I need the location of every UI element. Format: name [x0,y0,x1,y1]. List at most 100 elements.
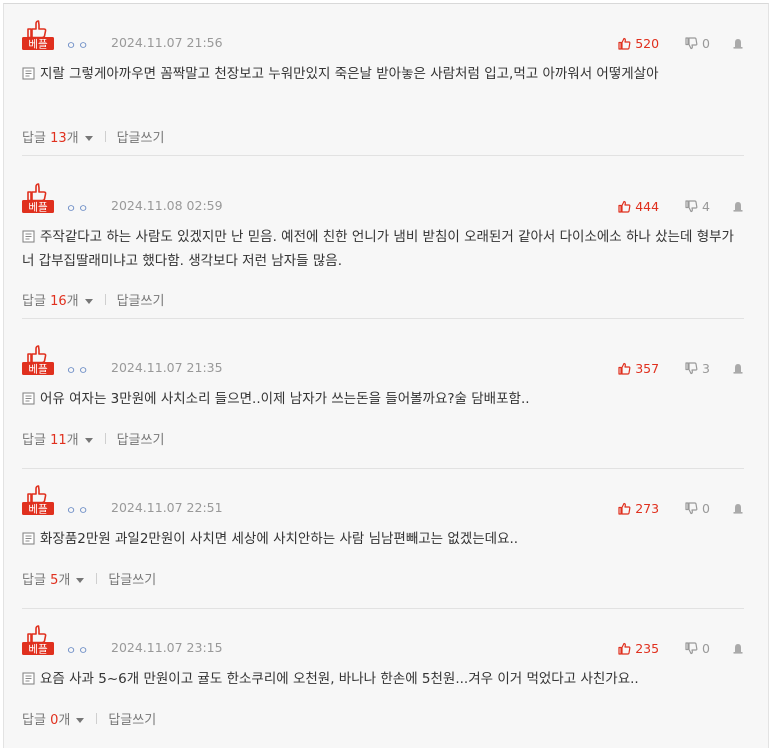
write-reply-link[interactable]: 답글쓰기 [108,569,156,588]
reply-toggle[interactable]: 답글 0개 [22,709,85,728]
thumbs-up-icon [618,362,631,375]
thumbs-down-icon [685,501,698,514]
comment-footer: 답글 13개 답글쓰기 [22,127,164,146]
divider [104,433,106,444]
thumbs-up-icon [618,642,631,655]
author-name[interactable]: ㅇㅇ [66,200,90,216]
thumbs-up-best-badge-icon: 베플 [22,183,54,214]
post-date: 2024.11.07 21:56 [111,35,223,50]
report-button[interactable] [732,37,744,49]
dislike-count: 0 [702,500,710,516]
post-date: 2024.11.07 21:35 [111,360,223,375]
memo-icon [22,392,35,405]
thumbs-up-best-badge-icon: 베플 [22,485,54,515]
report-button[interactable] [732,502,744,514]
reply-toggle[interactable]: 답글 5개 [22,569,85,588]
comment-item: 베플 ㅇㅇ 2024.11.07 21:56 520 0 지랄 그렇게아까우면 … [22,16,744,156]
dislike-button[interactable]: 0 [685,641,710,656]
write-reply-link[interactable]: 답글쓰기 [117,290,165,309]
reply-count-unit: 개 [58,713,71,728]
comment-item: 베플 ㅇㅇ 2024.11.07 22:51 273 0 화장품2만원 과일2만… [22,481,744,609]
reply-toggle[interactable]: 답글 13개 [22,127,93,146]
reply-count: 13 [50,131,67,146]
reply-count-unit: 개 [66,131,79,146]
best-reply-badge: 베플 [22,16,56,50]
comment-body: 주작같다고 하는 사람도 있겠지만 난 믿음. 예전에 친한 언니가 냄비 받침… [22,225,744,273]
comment-item: 베플 ㅇㅇ 2024.11.07 23:15 235 0 요즘 사과 5~6개 … [22,621,744,749]
thumbs-up-best-badge-icon: 베플 [22,345,54,375]
like-count: 235 [635,640,660,656]
like-button[interactable]: 444 [618,199,659,214]
thumbs-up-icon [618,200,631,213]
reply-count-unit: 개 [66,433,79,448]
chevron-down-icon [84,299,93,304]
post-date: 2024.11.08 02:59 [111,198,223,213]
reply-label: 답글 [22,573,46,588]
report-button[interactable] [732,200,744,212]
author-name[interactable]: ㅇㅇ [66,502,90,518]
dislike-count: 4 [702,198,710,214]
write-reply-link[interactable]: 답글쓰기 [108,709,156,728]
divider [22,468,744,469]
best-reply-badge: 베플 [22,481,56,515]
siren-report-icon [733,364,743,374]
like-button[interactable]: 520 [618,36,659,51]
post-date: 2024.11.07 22:51 [111,500,223,515]
reply-label: 답글 [22,294,46,309]
like-button[interactable]: 273 [618,501,659,516]
vote-area: 273 0 [618,499,744,517]
reply-label: 답글 [22,433,46,448]
siren-report-icon [733,504,743,514]
author-name[interactable]: ㅇㅇ [66,642,90,658]
write-reply-link[interactable]: 답글쓰기 [117,127,165,146]
dislike-button[interactable]: 0 [685,501,710,516]
comment-item: 베플 ㅇㅇ 2024.11.07 21:35 357 3 어유 여자는 3만원에… [22,341,744,469]
memo-icon [22,230,35,243]
reply-label: 답글 [22,713,46,728]
chevron-down-icon [84,136,93,141]
author-name[interactable]: ㅇㅇ [66,37,90,53]
report-button[interactable] [732,642,744,654]
memo-icon [22,532,35,545]
author-name[interactable]: ㅇㅇ [66,362,90,378]
divider [104,131,106,142]
thumbs-up-icon [618,37,631,50]
comment-text: 지랄 그렇게아까우면 꼼짝말고 천장보고 누워만있지 죽은날 받아놓은 사람처럼… [40,66,659,82]
divider [22,155,744,156]
reply-label: 답글 [22,131,46,146]
dislike-button[interactable]: 4 [685,199,710,214]
report-button[interactable] [732,362,744,374]
best-reply-badge: 베플 [22,621,56,655]
divider [104,294,106,305]
comment-item: 베플 ㅇㅇ 2024.11.08 02:59 444 4 주작같다고 하는 사람… [22,179,744,319]
reply-toggle[interactable]: 답글 11개 [22,429,93,448]
like-button[interactable]: 357 [618,361,659,376]
write-reply-link[interactable]: 답글쓰기 [117,429,165,448]
memo-icon [22,672,35,685]
comment-footer: 답글 16개 답글쓰기 [22,290,164,309]
dislike-button[interactable]: 3 [685,361,710,376]
reply-count: 11 [50,433,67,448]
vote-area: 444 4 [618,197,744,215]
thumbs-down-icon [685,641,698,654]
thumbs-up-icon [618,502,631,515]
comment-footer: 답글 0개 답글쓰기 [22,709,156,728]
chevron-down-icon [76,718,85,723]
svg-text:베플: 베플 [28,202,48,214]
comment-footer: 답글 5개 답글쓰기 [22,569,156,588]
siren-report-icon [733,39,743,49]
comment-text: 요즘 사과 5~6개 만원이고 귤도 한소쿠리에 오천원, 바나나 한손에 5천… [40,671,639,687]
reply-count: 16 [50,294,67,309]
like-button[interactable]: 235 [618,641,659,656]
comment-body: 어유 여자는 3만원에 사치소리 들으면..이제 남자가 쓰는돈을 들어볼까요?… [22,387,744,411]
thumbs-up-best-badge-icon: 베플 [22,625,54,656]
best-reply-badge: 베플 [22,179,56,213]
svg-text:베플: 베플 [28,644,48,656]
reply-toggle[interactable]: 답글 16개 [22,290,93,309]
thumbs-down-icon [685,361,698,374]
dislike-count: 0 [702,35,710,51]
like-count: 273 [635,500,660,516]
like-count: 444 [635,198,660,214]
dislike-button[interactable]: 0 [685,36,710,51]
comment-footer: 답글 11개 답글쓰기 [22,429,164,448]
